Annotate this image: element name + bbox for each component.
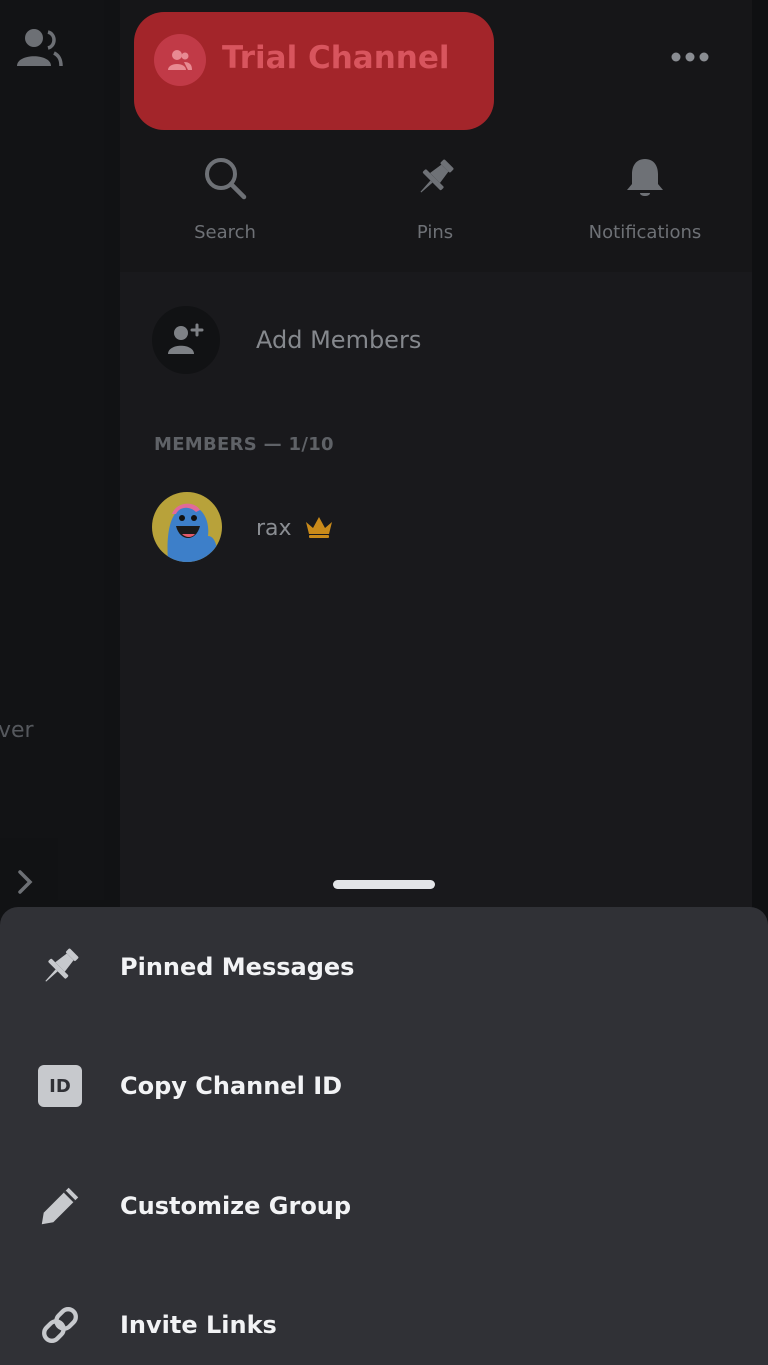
invite-links-item[interactable]: Invite Links: [0, 1281, 768, 1365]
crown-icon: [304, 514, 334, 540]
pins-action[interactable]: Pins: [345, 152, 525, 252]
copy-channel-id-item[interactable]: ID Copy Channel ID: [0, 1042, 768, 1132]
members-header: MEMBERS — 1/10: [154, 434, 334, 455]
link-icon: [36, 1301, 84, 1349]
bottom-sheet: Pinned Messages ID Copy Channel ID Custo…: [0, 907, 768, 1365]
notifications-label: Notifications: [588, 222, 702, 243]
sheet-drag-handle[interactable]: [333, 880, 435, 889]
bell-icon: [619, 152, 671, 204]
invite-links-label: Invite Links: [120, 1311, 277, 1339]
avatar: [152, 492, 222, 562]
pencil-icon: [36, 1182, 84, 1230]
member-row[interactable]: rax: [152, 492, 712, 564]
add-members-button[interactable]: Add Members: [152, 306, 712, 376]
friends-icon[interactable]: [14, 26, 64, 70]
add-member-icon: [152, 306, 220, 374]
id-icon: ID: [36, 1062, 84, 1110]
search-icon: [199, 152, 251, 204]
customize-group-item[interactable]: Customize Group: [0, 1162, 768, 1252]
id-badge: ID: [38, 1065, 82, 1107]
channel-info-panel: [120, 0, 752, 910]
channel-title-pill[interactable]: Trial Channel: [134, 12, 494, 130]
notifications-action[interactable]: Notifications: [555, 152, 735, 252]
customize-group-label: Customize Group: [120, 1192, 352, 1220]
pin-icon: [409, 152, 461, 204]
pins-label: Pins: [416, 222, 454, 243]
pinned-messages-item[interactable]: Pinned Messages: [0, 923, 768, 1013]
pin-icon: [36, 943, 84, 991]
right-edge: [752, 0, 768, 910]
channel-title: Trial Channel: [222, 40, 450, 76]
member-name: rax: [256, 516, 292, 541]
chevron-right-icon[interactable]: [14, 868, 38, 896]
copy-channel-id-label: Copy Channel ID: [120, 1072, 343, 1100]
search-label: Search: [194, 222, 256, 243]
sidebar-partial-text: ver: [0, 718, 34, 743]
search-action[interactable]: Search: [135, 152, 315, 252]
add-members-label: Add Members: [256, 326, 422, 354]
pinned-messages-label: Pinned Messages: [120, 953, 355, 981]
group-avatar-icon: [154, 34, 206, 86]
sidebar-panel: [0, 0, 104, 900]
more-options-icon[interactable]: [668, 44, 712, 70]
